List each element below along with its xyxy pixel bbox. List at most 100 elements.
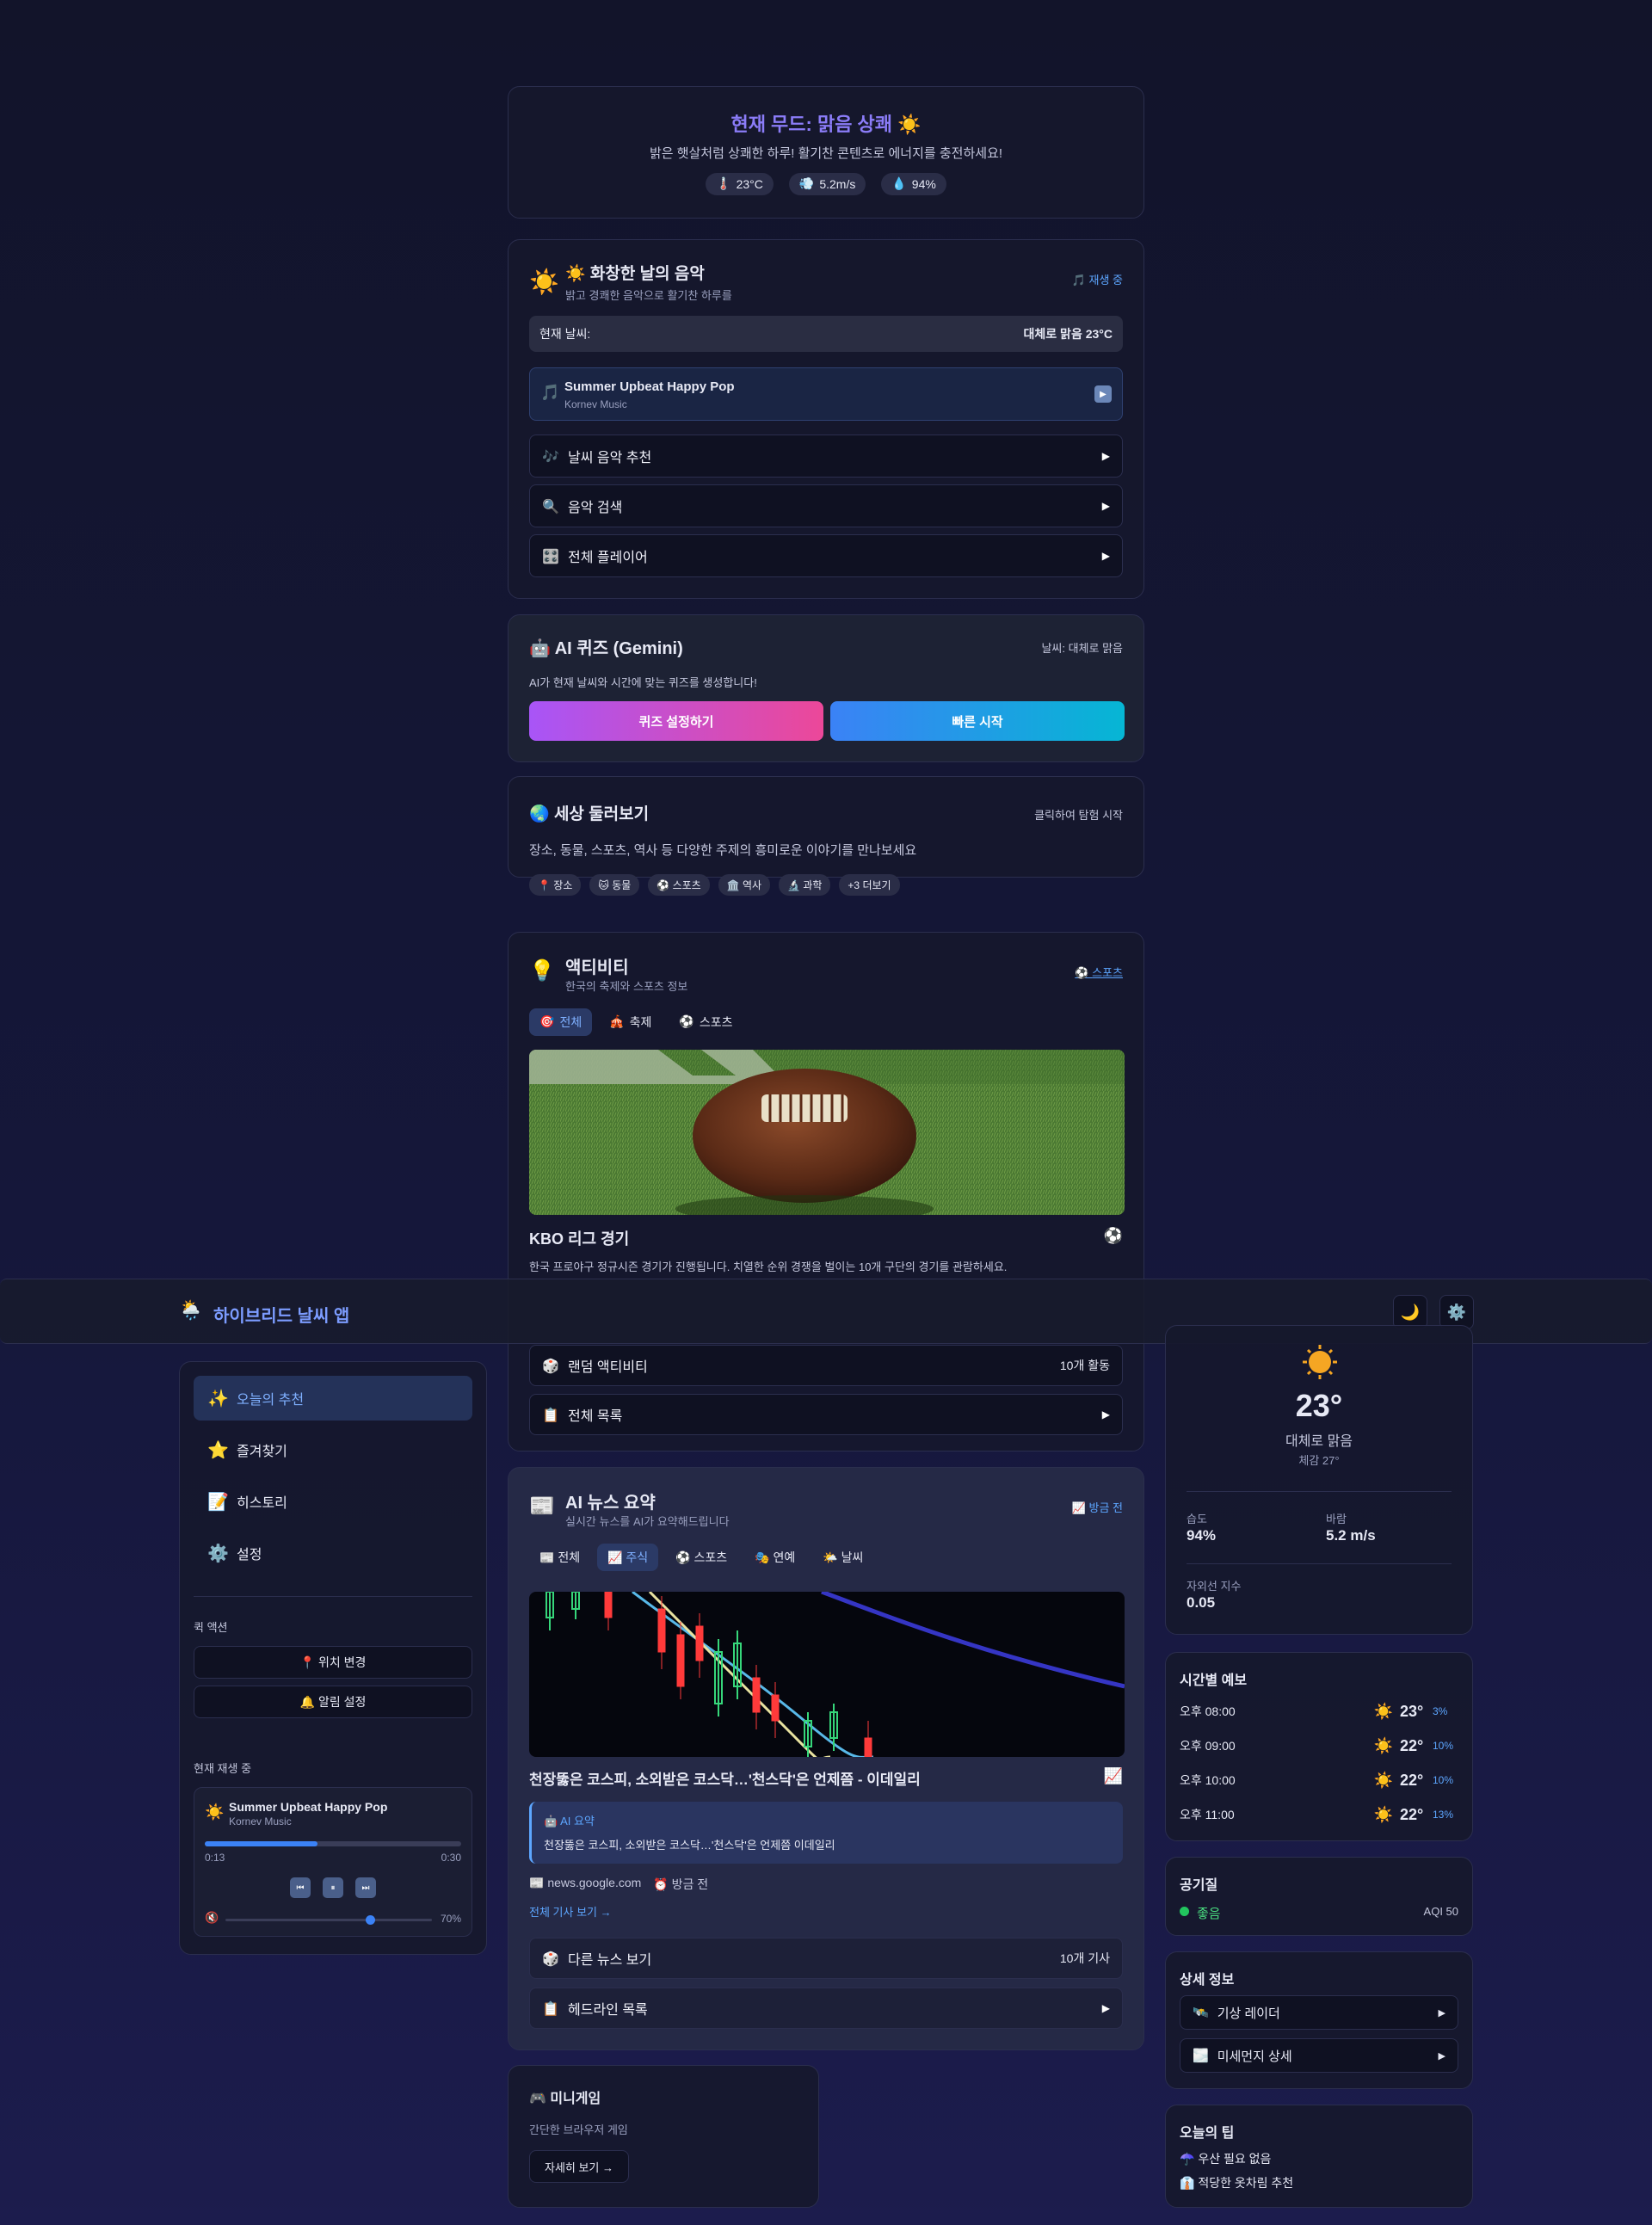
next-icon[interactable]: ⏭ [355, 1877, 376, 1898]
minigame-details-button[interactable]: 자세히 보기 → [529, 2150, 629, 2183]
uv-label: 자외선 지수 [1187, 1580, 1242, 1593]
target-icon: 🎯 [539, 1015, 555, 1029]
mood-wind-pill: 💨 5.2m/s [788, 173, 866, 195]
weather-card: 23° 대체로 맑음 체감 27° 습도 94% 바람 5.2 m/s 자외선 … [1165, 1325, 1473, 1635]
sun-icon: ☀️ [1373, 1805, 1393, 1824]
pause-icon[interactable]: ⏸ [323, 1877, 343, 1898]
weather-sun-graphic [1301, 1343, 1339, 1381]
newspaper-icon: 📰 [529, 1494, 555, 1518]
sidebar: ✨ 오늘의 추천 ⭐ 즐겨찾기 📝 히스토리 ⚙️ 설정 퀵 액션 📍 위치 변… [179, 1361, 487, 1955]
activity-subtitle: 한국의 축제와 스포츠 정보 [565, 980, 688, 993]
weather-temp: 23° [1295, 1388, 1343, 1423]
arrow-right-icon: ▶ [1101, 500, 1110, 512]
weather-feels: 체감 27° [1298, 1454, 1340, 1467]
news-tab-weather[interactable]: 🌤️ 날씨 [812, 1544, 873, 1571]
wind-label: 바람 [1326, 1513, 1347, 1525]
play-icon[interactable]: ▶ [1094, 385, 1112, 403]
news-tab-sports[interactable]: ⚽ 스포츠 [665, 1544, 737, 1571]
humidity-value: 94% [1187, 1527, 1217, 1544]
news-tab-entertainment[interactable]: 🎭 연예 [744, 1544, 805, 1571]
music-status: 🎵 재생 중 [1071, 274, 1123, 287]
mood-title: 현재 무드: 맑음 상쾌 ☀️ [730, 114, 922, 135]
explore-hint: 클릭하여 탐험 시작 [1034, 809, 1123, 822]
sidebar-item-settings[interactable]: ⚙️ 설정 [194, 1531, 472, 1575]
arrow-right-icon: ▶ [1101, 450, 1110, 462]
music-title: ☀️ 화창한 날의 음악 [565, 265, 705, 283]
hourly-title: 시간별 예보 [1180, 1673, 1248, 1688]
full-player-button[interactable]: 🎛️ 전체 플레이어 ▶ [529, 534, 1123, 577]
detail-title: 상세 정보 [1180, 1973, 1235, 1988]
read-full-article-link[interactable]: 전체 기사 보기 → [529, 1903, 612, 1920]
ai-summary-text: 천장뚫은 코스피, 소외받은 코스닥…'천스닥'은 언제쯤 이데일리 [544, 1839, 835, 1852]
sidebar-item-favorites[interactable]: ⭐ 즐겨찾기 [194, 1427, 472, 1472]
np-volume-slider[interactable] [225, 1915, 432, 1925]
humidity-label: 습도 [1187, 1513, 1207, 1525]
quick-actions-title: 퀵 액션 [194, 1621, 228, 1634]
sun-icon: ☀️ [1373, 1702, 1393, 1721]
tag-history[interactable]: 🏛️ 역사 [718, 874, 771, 896]
arrow-right-icon: ▶ [1101, 1408, 1110, 1421]
tag-science[interactable]: 🔬 과학 [779, 874, 831, 896]
activity-item-desc: 한국 프로야구 정규시즌 경기가 진행됩니다. 치열한 순위 경쟁을 벌이는 1… [529, 1260, 1008, 1273]
activity-card: 💡 액티비티 한국의 축제와 스포츠 정보 ⚽ 스포츠 🎯 전체 🎪 축제 ⚽ 스포츠 [508, 932, 1144, 1451]
fine-dust-detail-button[interactable]: 🌫️ 미세먼지 상세 ▶ [1180, 2038, 1458, 2073]
np-progress-bar[interactable] [205, 1841, 461, 1846]
weather-music-recommend-button[interactable]: 🎶 날씨 음악 추천 ▶ [529, 435, 1123, 478]
tip-item: ☂️ 우산 필요 없음 [1180, 2152, 1272, 2166]
np-volume-knob[interactable] [366, 1915, 375, 1925]
explore-desc: 장소, 동물, 스포츠, 역사 등 다양한 주제의 흥미로운 이야기를 만나보세… [529, 843, 917, 858]
moon-icon: 🌙 [1400, 1303, 1421, 1322]
sidebar-item-history[interactable]: 📝 히스토리 [194, 1479, 472, 1524]
sun-icon: ☀️ [205, 1803, 225, 1821]
previous-icon[interactable]: ⏮ [290, 1877, 311, 1898]
mood-subtitle: 밝은 햇살처럼 상쾌한 하루! 활기찬 콘텐츠로 에너지를 충전하세요! [649, 146, 1003, 161]
quiz-quick-start-button[interactable]: 빠른 시작 [830, 701, 1125, 741]
dark-mode-toggle[interactable]: 🌙 [1393, 1295, 1427, 1329]
news-tab-stocks[interactable]: 📈 주식 [597, 1544, 659, 1571]
settings-button[interactable]: ⚙️ [1439, 1295, 1474, 1329]
now-playing-title: 현재 재생 중 [194, 1762, 252, 1775]
tag-place[interactable]: 📍 장소 [529, 874, 582, 896]
air-title: 공기질 [1180, 1878, 1218, 1893]
tag-animal[interactable]: 🐱 동물 [589, 874, 640, 896]
np-volume-text: 70% [440, 1913, 461, 1925]
droplet-icon: 💧 [891, 177, 907, 191]
air-quality-card: 공기질 좋음 AQI 50 [1165, 1857, 1473, 1936]
activity-sports-link[interactable]: ⚽ 스포츠 [1075, 964, 1123, 980]
clipboard-icon: 📋 [542, 2000, 559, 2017]
tips-title: 오늘의 팁 [1180, 2126, 1235, 2141]
explore-card[interactable]: 🌏 세상 둘러보기 클릭하여 탐험 시작 장소, 동물, 스포츠, 역사 등 다… [508, 776, 1144, 896]
quiz-settings-button[interactable]: 퀴즈 설정하기 [529, 701, 823, 741]
quiz-card: 🤖 AI 퀴즈 (Gemini) 날씨: 대체로 맑음 AI가 현재 날씨와 시… [508, 614, 1144, 762]
dice-icon: 🎲 [542, 1357, 559, 1374]
news-tab-all[interactable]: 📰 전체 [529, 1544, 590, 1571]
change-location-button[interactable]: 📍 위치 변경 [194, 1646, 472, 1679]
soccer-ball-icon: ⚽ [1103, 1227, 1123, 1245]
robot-icon: 🤖 [529, 638, 551, 658]
random-activity-button[interactable]: 🎲 랜덤 액티비티 10개 활동 [529, 1345, 1123, 1386]
tag-sports[interactable]: ⚽ 스포츠 [648, 874, 710, 896]
app-title[interactable]: 하이브리드 날씨 앱 [213, 1302, 349, 1327]
sparkles-icon: ✨ [207, 1388, 229, 1408]
mute-icon[interactable]: 🔇 [205, 1912, 219, 1925]
weather-radar-button[interactable]: 🛰️ 기상 레이더 ▶ [1180, 1995, 1458, 2030]
dust-icon: 🌫️ [1193, 2048, 1209, 2063]
headline-list-button[interactable]: 📋 헤드라인 목록 ▶ [529, 1988, 1123, 2029]
music-search-button[interactable]: 🔍 음악 검색 ▶ [529, 484, 1123, 527]
other-news-button[interactable]: 🎲 다른 뉴스 보기 10개 기사 [529, 1938, 1123, 1979]
tag-more[interactable]: +3 더보기 [839, 874, 900, 896]
music-track[interactable]: 🎵 Summer Upbeat Happy Pop Kornev Music ▶ [529, 367, 1123, 421]
sidebar-item-today[interactable]: ✨ 오늘의 추천 [194, 1376, 472, 1421]
status-dot-icon [1180, 1907, 1189, 1916]
chart-icon: 📈 [1071, 1502, 1086, 1515]
tab-sports[interactable]: ⚽ 스포츠 [669, 1008, 743, 1036]
hourly-row: 오후 11:00 ☀️ 22° 13% [1180, 1805, 1454, 1824]
gear-icon: ⚙️ [1446, 1303, 1467, 1322]
news-headline[interactable]: 천장뚫은 코스피, 소외받은 코스닥…'천스닥'은 언제쯤 - 이데일리 [529, 1767, 1080, 1789]
hourly-forecast-card: 시간별 예보 오후 08:00 ☀️ 23° 3% 오후 09:00 ☀️ 22… [1165, 1652, 1473, 1841]
activity-tabs: 🎯 전체 🎪 축제 ⚽ 스포츠 [529, 1008, 749, 1036]
tab-all[interactable]: 🎯 전체 [529, 1008, 593, 1036]
activity-full-list-button[interactable]: 📋 전체 목록 ▶ [529, 1394, 1123, 1435]
tab-festival[interactable]: 🎪 축제 [599, 1008, 662, 1036]
alarm-settings-button[interactable]: 🔔 알림 설정 [194, 1686, 472, 1718]
